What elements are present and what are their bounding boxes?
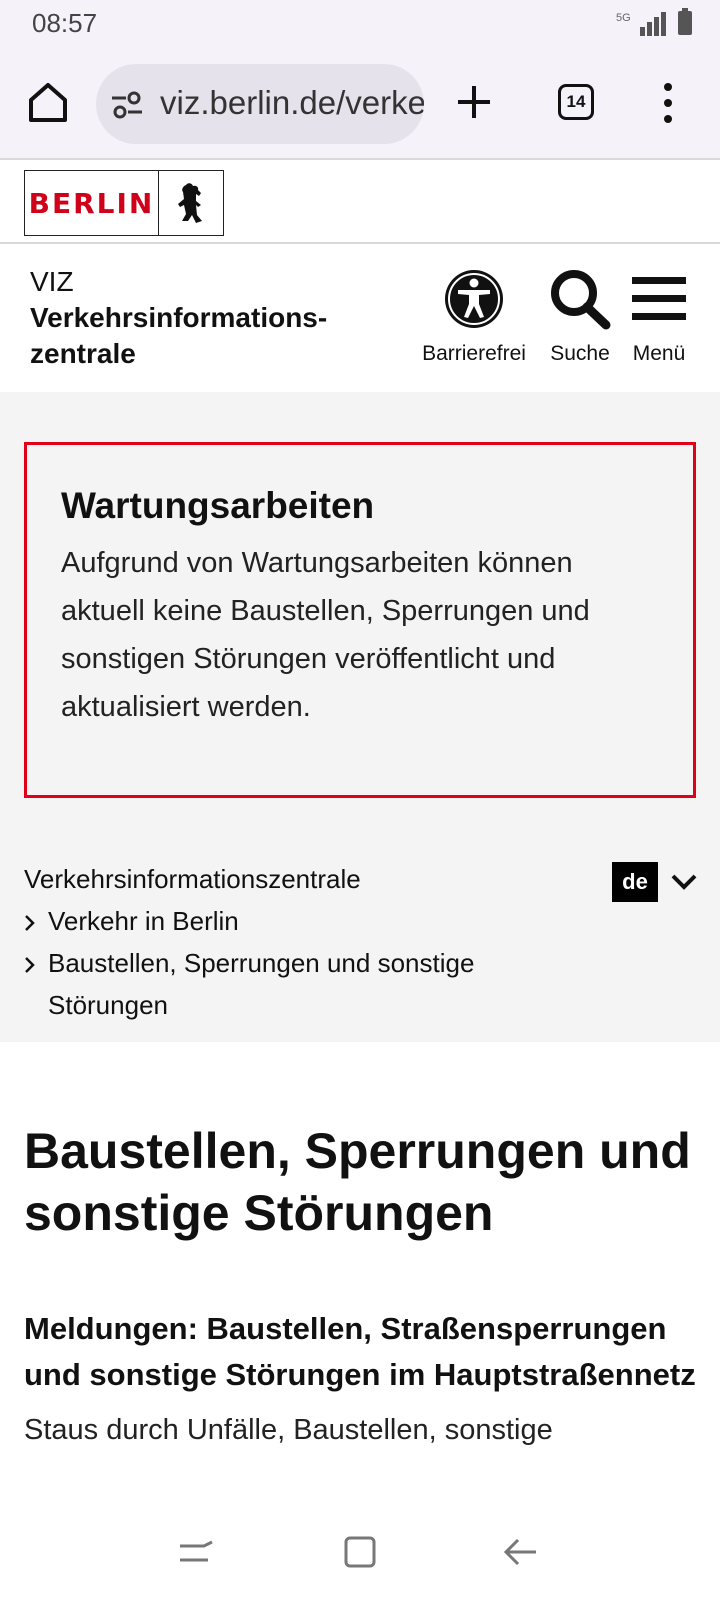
signal-icon: 5G [616, 12, 666, 36]
menu-button[interactable]: Menü [626, 268, 692, 366]
breadcrumb: Verkehrsinformationszentrale Verkehr in … [24, 858, 564, 1026]
accessibility-label: Barrierefrei [422, 342, 526, 365]
berlin-logo[interactable]: BERLIN [24, 170, 224, 236]
notice-text: Aufgrund von Wartungsarbeiten können akt… [61, 547, 590, 723]
site-brand[interactable]: VIZ Verkehrsinformations- zentrale [30, 264, 327, 372]
language-selector[interactable]: de [612, 862, 658, 902]
tab-switcher-button[interactable]: 14 [558, 84, 594, 120]
accessibility-button[interactable]: Barrierefrei [418, 268, 530, 366]
network-type: 5G [616, 12, 631, 24]
chevron-right-icon [25, 957, 35, 973]
brand-viz: VIZ [30, 266, 74, 297]
browser-toolbar: viz.berlin.de/verke 14 [0, 48, 720, 160]
breadcrumb-item-verkehr[interactable]: Verkehr in Berlin [48, 900, 239, 942]
home-nav-icon[interactable] [340, 1532, 380, 1572]
chevron-down-icon[interactable] [670, 872, 698, 892]
back-icon[interactable] [500, 1532, 540, 1572]
more-options-icon[interactable] [656, 78, 680, 128]
new-tab-icon[interactable] [452, 80, 496, 124]
url-text[interactable]: viz.berlin.de/verke [160, 84, 424, 122]
berlin-bear-icon [178, 183, 202, 223]
accessibility-icon [445, 270, 503, 328]
notice-title: Wartungsarbeiten [61, 485, 375, 526]
status-time: 08:57 [32, 8, 98, 38]
section-heading: Meldungen: Baustellen, Straßensperrungen… [24, 1311, 696, 1392]
brand-name-line1: Verkehrsinformations- [30, 302, 328, 333]
recent-apps-icon[interactable] [176, 1532, 216, 1572]
site-header: VIZ Verkehrsinformations- zentrale Barri… [0, 246, 720, 392]
search-button[interactable]: Suche [544, 268, 616, 366]
system-nav-bar [0, 1500, 720, 1600]
page-title: Baustellen, Sperrungen und sonstige Stör… [24, 1123, 691, 1241]
breadcrumb-item-root[interactable]: Verkehrsinformationszentrale [24, 858, 564, 900]
site-settings-icon[interactable] [110, 90, 144, 120]
address-bar[interactable]: viz.berlin.de/verke [96, 64, 424, 144]
breadcrumb-item-current: Baustellen, Sperrungen und sonstige Stör… [48, 948, 475, 1020]
berlin-logo-text: BERLIN [25, 171, 159, 235]
brand-name-line2: zentrale [30, 338, 136, 369]
notice-area: Wartungsarbeiten Aufgrund von Wartungsar… [0, 392, 720, 1042]
search-icon [551, 270, 611, 330]
status-bar: 08:57 5G [0, 0, 720, 48]
hamburger-menu-icon [632, 277, 686, 320]
search-label: Suche [550, 342, 610, 365]
main-content: Baustellen, Sperrungen und sonstige Stör… [24, 1120, 700, 1450]
menu-label: Menü [632, 342, 686, 365]
section-intro: Staus durch Unfälle, Baustellen, sonstig… [24, 1414, 553, 1446]
home-icon[interactable] [26, 80, 70, 124]
chevron-right-icon [25, 915, 35, 931]
battery-icon [678, 8, 692, 35]
maintenance-notice: Wartungsarbeiten Aufgrund von Wartungsar… [24, 442, 696, 798]
logo-bar: BERLIN [0, 160, 720, 244]
